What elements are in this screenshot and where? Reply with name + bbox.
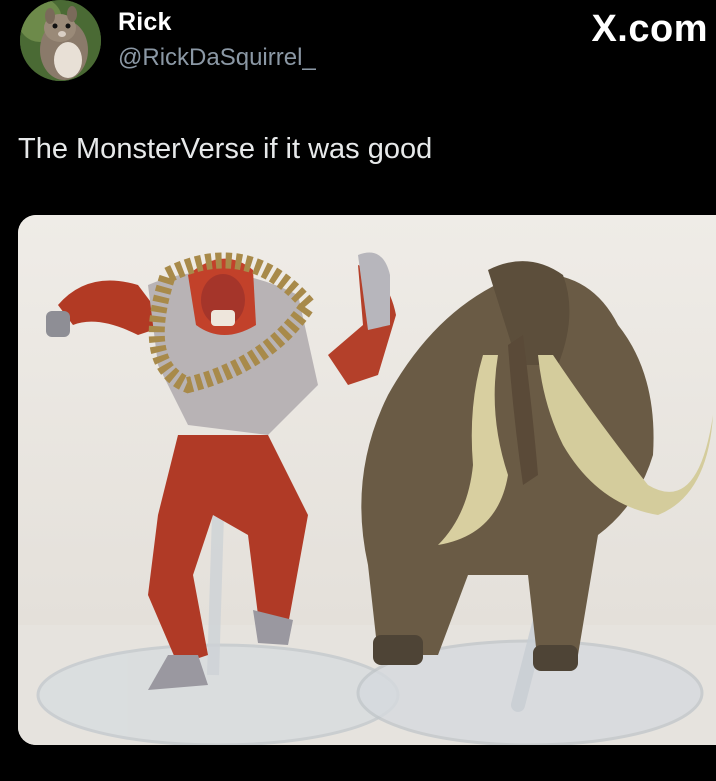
site-label: X.com [591,8,708,50]
tweet-text: The MonsterVerse if it was good [18,133,433,165]
author-display-name[interactable]: Rick [118,8,172,37]
tweet-media-image[interactable] [18,215,716,745]
photo-icon [18,215,716,745]
squirrel-avatar-icon [20,0,101,81]
author-avatar[interactable] [20,0,101,81]
author-handle[interactable]: @RickDaSquirrel_ [118,44,316,72]
